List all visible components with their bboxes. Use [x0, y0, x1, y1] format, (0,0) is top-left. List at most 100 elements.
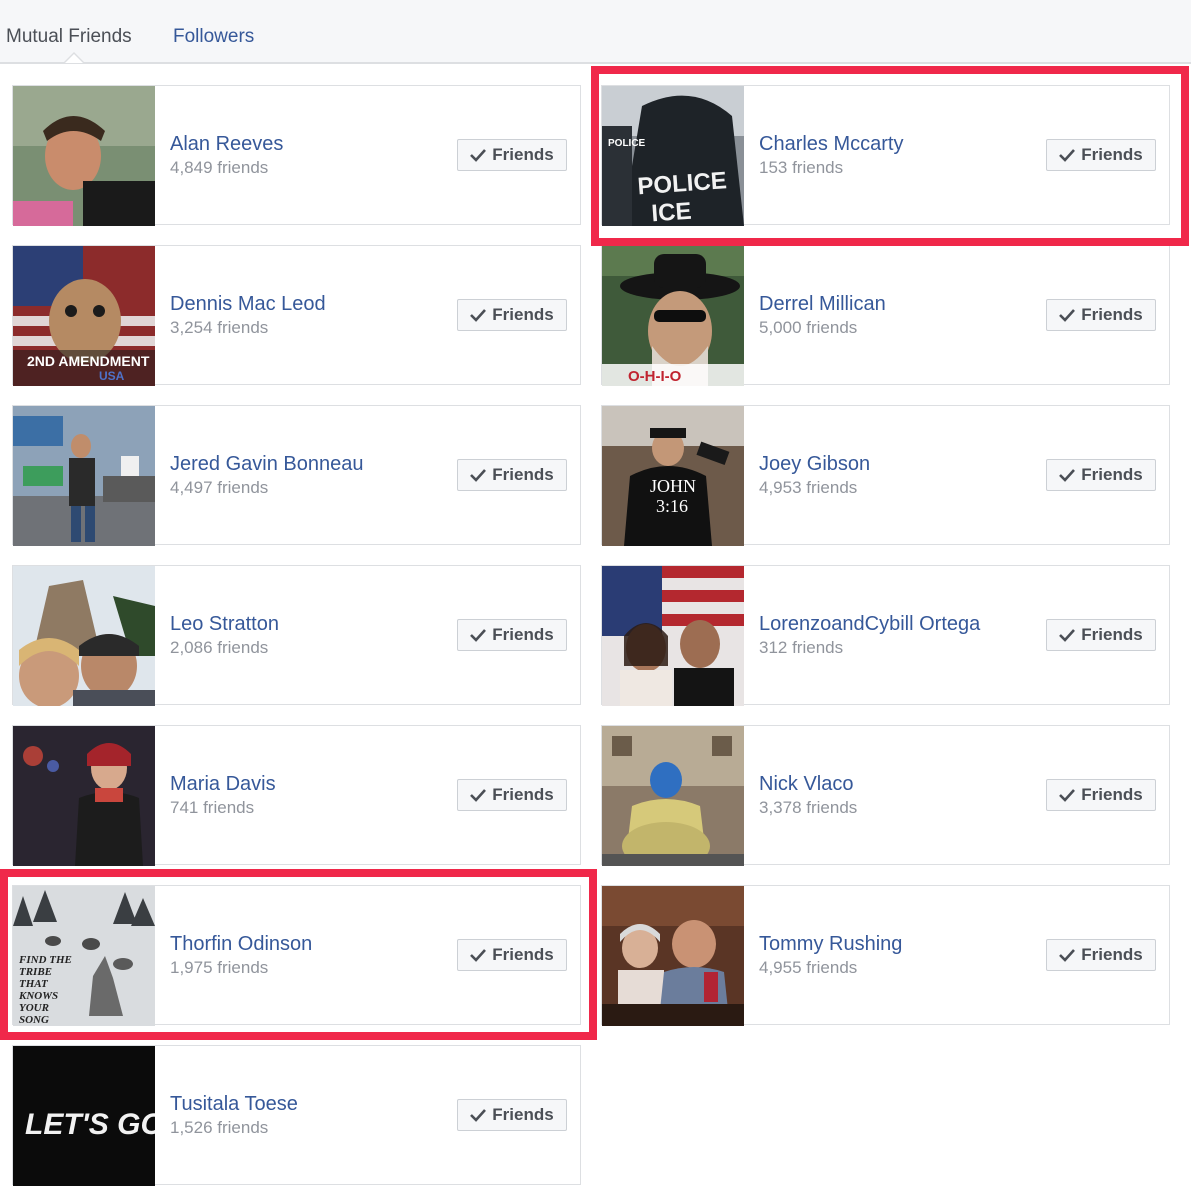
friend-card: Nick Vlaco 3,378 friends Friends — [601, 725, 1170, 866]
friend-card: FIND THE TRIBE THAT KNOWS YOUR SONG Thor… — [12, 885, 581, 1026]
friends-button-label: Friends — [492, 305, 554, 324]
profile-photo[interactable]: 2ND AMENDMENT USA — [13, 246, 155, 386]
man-portrait-icon — [13, 86, 155, 226]
checkmark-icon — [470, 1109, 487, 1122]
friend-count: 3,254 friends — [170, 318, 269, 337]
friend-name[interactable]: Maria Davis — [170, 772, 276, 796]
friend-name[interactable]: Dennis Mac Leod — [170, 292, 326, 316]
friend-count: 3,378 friends — [759, 798, 858, 817]
friend-card: Jered Gavin Bonneau 4,497 friends Friend… — [12, 405, 581, 546]
friends-button[interactable]: Friends — [457, 1099, 567, 1131]
friends-button[interactable]: Friends — [1046, 939, 1156, 971]
profile-photo[interactable]: FIND THE TRIBE THAT KNOWS YOUR SONG — [13, 886, 155, 1026]
profile-photo[interactable]: JOHN 3:16 — [602, 406, 744, 546]
friends-button[interactable]: Friends — [1046, 779, 1156, 811]
couple-restaurant-icon — [602, 886, 744, 1026]
wolves-snow-icon: FIND THE TRIBE THAT KNOWS YOUR SONG — [13, 886, 155, 1026]
friend-name[interactable]: Tommy Rushing — [759, 932, 902, 956]
friend-count: 5,000 friends — [759, 318, 858, 337]
friends-button-label: Friends — [492, 785, 554, 804]
friends-button-label: Friends — [492, 1105, 554, 1124]
friends-button[interactable]: Friends — [1046, 459, 1156, 491]
profile-photo[interactable] — [602, 726, 744, 866]
friends-button-label: Friends — [492, 465, 554, 484]
friends-button-label: Friends — [1081, 145, 1143, 164]
friend-name[interactable]: Charles Mccarty — [759, 132, 903, 156]
profile-photo[interactable]: POLICE POLICE ICE — [602, 86, 744, 226]
friend-count: 4,497 friends — [170, 478, 269, 497]
friends-button[interactable]: Friends — [457, 459, 567, 491]
friends-button[interactable]: Friends — [457, 139, 567, 171]
friend-count: 1,526 friends — [170, 1118, 269, 1137]
friends-button[interactable]: Friends — [457, 619, 567, 651]
profile-photo[interactable] — [13, 566, 155, 706]
photo-text: LET'S GO — [25, 1108, 155, 1141]
checkmark-icon — [1059, 469, 1076, 482]
friends-button-label: Friends — [492, 945, 554, 964]
profile-photo[interactable] — [602, 566, 744, 706]
checkmark-icon — [470, 789, 487, 802]
friend-card: Alan Reeves 4,849 friends Friends — [12, 85, 581, 226]
checkmark-icon — [470, 309, 487, 322]
friends-button-label: Friends — [1081, 465, 1143, 484]
checkmark-icon — [470, 949, 487, 962]
photo-text: 2ND AMENDMENT — [27, 353, 150, 369]
friend-count: 312 friends — [759, 638, 844, 657]
checkmark-icon — [470, 149, 487, 162]
checkmark-icon — [1059, 309, 1076, 322]
tab-mutual-friends[interactable]: Mutual Friends — [6, 26, 132, 48]
friend-name[interactable]: Thorfin Odinson — [170, 932, 312, 956]
friend-card: LET'S GO Tusitala Toese 1,526 friends Fr… — [12, 1045, 581, 1186]
photo-text: YOUR — [19, 1002, 49, 1014]
friend-count: 1,975 friends — [170, 958, 269, 977]
friend-name[interactable]: Nick Vlaco — [759, 772, 853, 796]
friend-card: Leo Stratton 2,086 friends Friends — [12, 565, 581, 706]
photo-text: POLICE — [608, 138, 646, 149]
couple-selfie-mountain-icon — [13, 566, 155, 706]
friend-name[interactable]: Leo Stratton — [170, 612, 279, 636]
photo-text: FIND THE — [18, 954, 72, 966]
profile-photo[interactable]: LET'S GO — [13, 1046, 155, 1186]
couple-flag-icon — [602, 566, 744, 706]
friend-card: O-H-I-O Derrel Millican 5,000 friends Fr… — [601, 245, 1170, 386]
friends-button[interactable]: Friends — [457, 779, 567, 811]
friend-name[interactable]: Alan Reeves — [170, 132, 283, 156]
checkmark-icon — [1059, 949, 1076, 962]
friends-button-label: Friends — [492, 145, 554, 164]
cowboy-hat-man-icon: O-H-I-O — [602, 246, 744, 386]
friend-count: 4,953 friends — [759, 478, 858, 497]
police-ice-jacket-icon: POLICE POLICE ICE — [602, 86, 744, 226]
friends-button[interactable]: Friends — [1046, 619, 1156, 651]
profile-photo[interactable] — [602, 886, 744, 1026]
friends-button[interactable]: Friends — [457, 299, 567, 331]
friend-name[interactable]: Tusitala Toese — [170, 1092, 298, 1116]
friends-button-label: Friends — [1081, 625, 1143, 644]
rally-speaker-icon — [13, 406, 155, 546]
friend-count: 4,849 friends — [170, 158, 269, 177]
tab-followers[interactable]: Followers — [173, 26, 254, 48]
friends-button[interactable]: Friends — [457, 939, 567, 971]
friend-card: POLICE POLICE ICE Charles Mccarty 153 fr… — [601, 85, 1170, 226]
friends-button-label: Friends — [1081, 785, 1143, 804]
friend-count: 741 friends — [170, 798, 255, 817]
friend-name[interactable]: Derrel Millican — [759, 292, 886, 316]
friends-button-label: Friends — [492, 625, 554, 644]
profile-photo[interactable] — [13, 406, 155, 546]
profile-photo[interactable]: O-H-I-O — [602, 246, 744, 386]
friends-button[interactable]: Friends — [1046, 299, 1156, 331]
photo-text: SONG — [19, 1014, 49, 1026]
photo-text: USA — [99, 369, 125, 383]
lets-go-text-icon: LET'S GO — [13, 1046, 155, 1186]
friend-card: LorenzoandCybill Ortega 312 friends Frie… — [601, 565, 1170, 706]
friend-name[interactable]: Jered Gavin Bonneau — [170, 452, 363, 476]
friend-count: 2,086 friends — [170, 638, 269, 657]
friend-name[interactable]: LorenzoandCybill Ortega — [759, 612, 980, 636]
profile-photo[interactable] — [13, 86, 155, 226]
profile-photo[interactable] — [13, 726, 155, 866]
costumed-man-shield-icon — [602, 726, 744, 866]
friends-button[interactable]: Friends — [1046, 139, 1156, 171]
photo-text: TRIBE — [19, 966, 52, 978]
friends-button-label: Friends — [1081, 945, 1143, 964]
photo-text: ICE — [651, 198, 693, 226]
friend-name[interactable]: Joey Gibson — [759, 452, 870, 476]
